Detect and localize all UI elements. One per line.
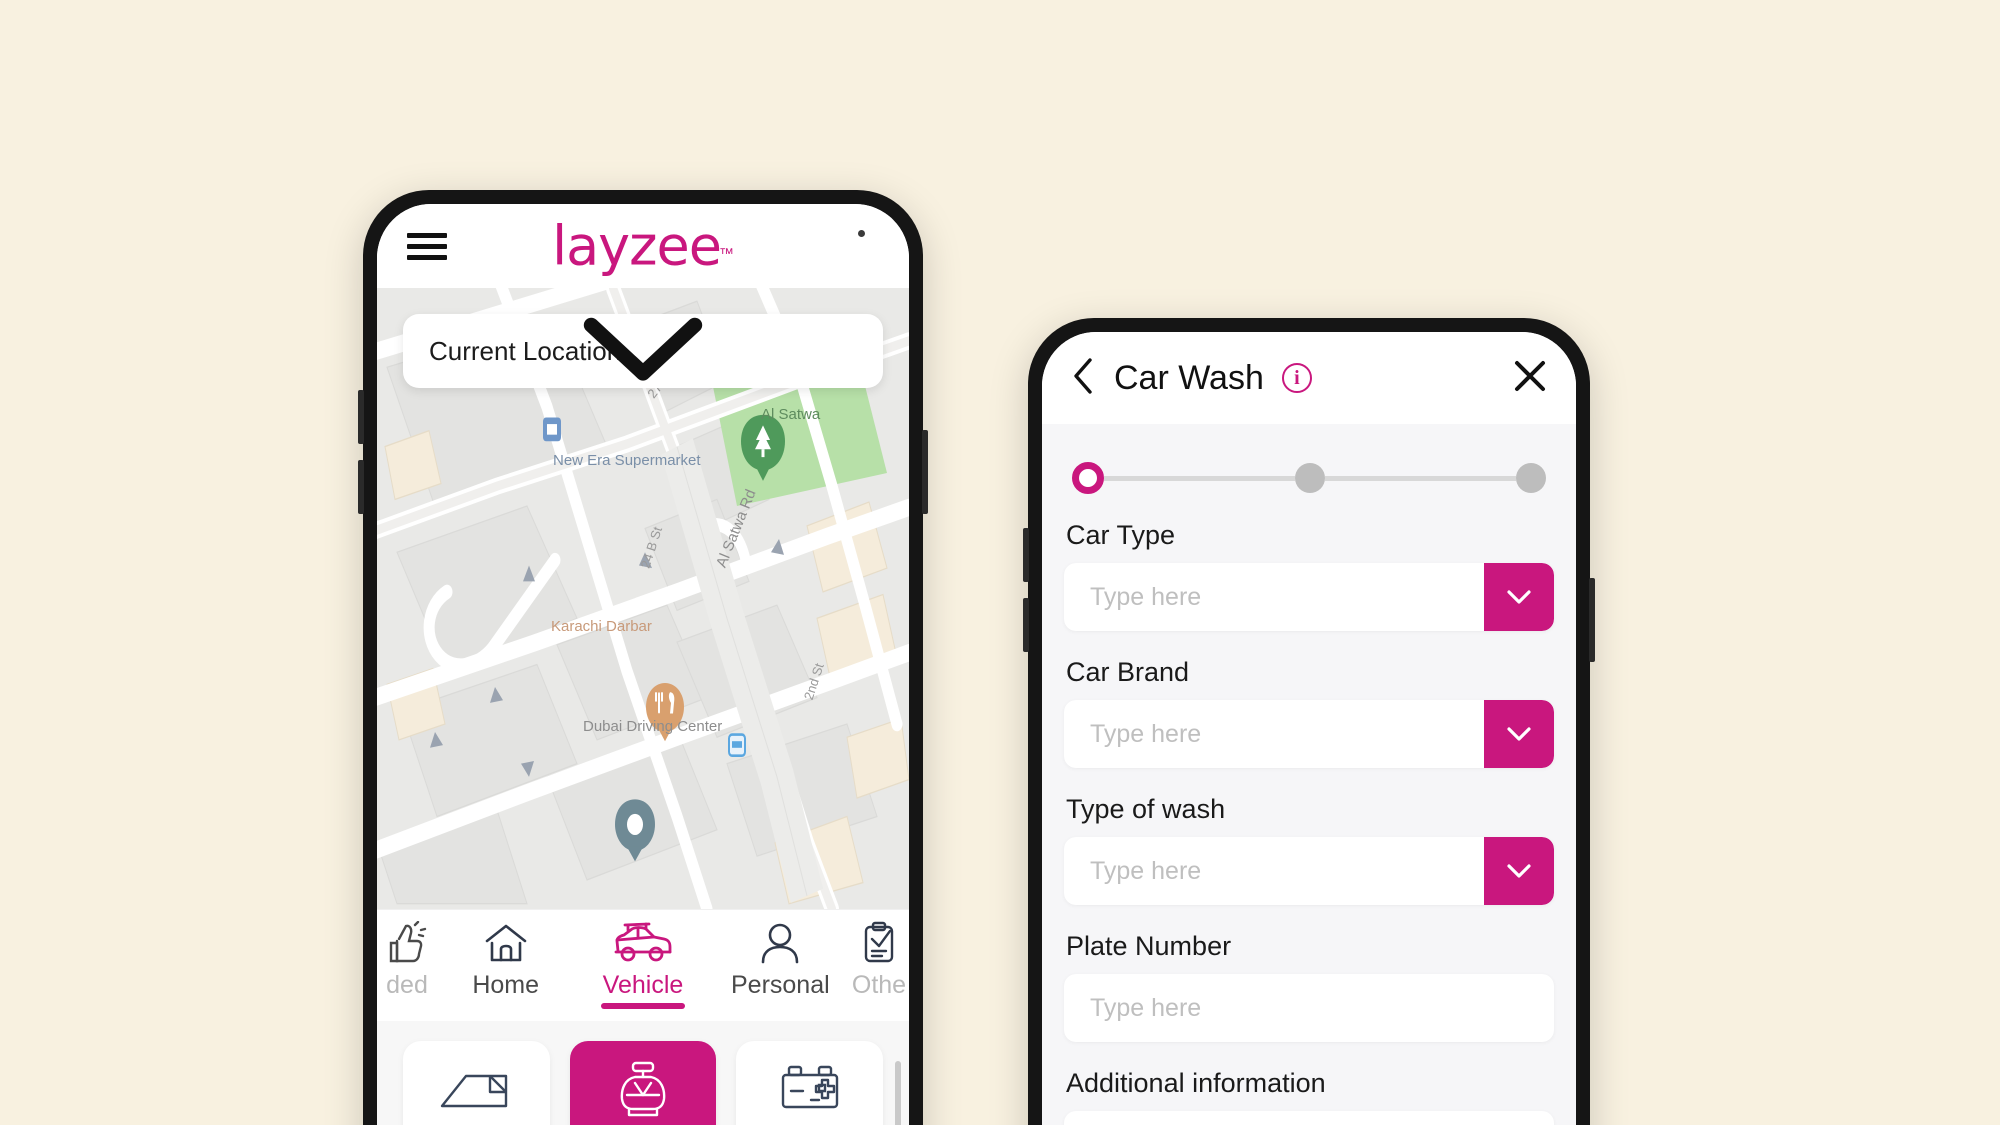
input-placeholder: Type here [1090,582,1202,611]
front-camera-dot [858,230,865,237]
sidebar-item-label: ded [386,971,428,999]
brand-logo-text: layzee [552,214,722,278]
trademark-symbol: ™ [718,245,734,263]
sidebar-item-label: Othe [851,971,907,999]
phone2-screen: Car Wash i Car Type Type here Car Brand … [1042,332,1576,1125]
car-brand-dropdown-button[interactable] [1484,700,1554,768]
phone1-screen: layzee™ New Era Supermarket 24 B St Al S… [377,204,909,1125]
car-icon [612,920,674,966]
sidebar-item-label: Home [472,971,539,999]
plate-number-input[interactable]: Type here [1064,974,1554,1042]
info-icon[interactable]: i [1281,363,1312,393]
field-label-car-type: Car Type [1066,520,1176,550]
car-battery-icon [779,1060,841,1120]
car-wash-form: Car Type Type here Car Brand Type here T… [1042,424,1576,1125]
active-tab-indicator [600,1003,685,1009]
phone2-volume-button[interactable] [1023,528,1029,582]
app-topbar: layzee™ [377,204,909,288]
step-line-2 [1325,475,1516,481]
close-x-icon[interactable] [1512,358,1548,399]
car-brand-input[interactable]: Type here [1064,700,1484,768]
phone2-power-button[interactable] [1589,578,1595,662]
field-row-car-type: Type here [1064,563,1554,631]
phone2-volume-down-button[interactable] [1023,598,1029,652]
input-placeholder: Type here [1090,993,1202,1022]
phone-device-left: layzee™ New Era Supermarket 24 B St Al S… [358,190,928,1125]
chevron-left-icon[interactable] [1070,356,1096,401]
step-dot-2[interactable] [1295,463,1325,493]
sidebar-item-others[interactable]: Othe [849,920,909,1000]
sidebar-item-vehicle[interactable]: Vehicle [574,920,711,1009]
field-label-type-of-wash: Type of wash [1066,794,1226,824]
service-card-interior[interactable]: Interior Starts from 100AED [569,1041,717,1125]
car-window-icon [438,1060,514,1120]
sidebar-item-home[interactable]: Home [437,920,574,1000]
phone1-volume-down-button[interactable] [358,460,364,514]
chevron-down-icon [1507,590,1531,604]
sidebar-item-recommended[interactable]: ded [377,920,437,1000]
service-card-car-battery[interactable]: Car battery Starts from 100AED [736,1041,884,1125]
step-line-1 [1104,475,1295,481]
thumbs-up-icon [387,920,427,966]
field-row-car-brand: Type here [1064,700,1554,768]
progress-stepper [1064,424,1554,520]
person-icon [758,920,802,966]
car-wash-header: Car Wash i [1042,332,1576,424]
clipboard-check-icon [860,920,898,966]
phone1-power-button[interactable] [922,430,928,514]
car-seat-icon [613,1060,673,1120]
page-title: Car Wash [1114,358,1264,397]
home-icon [483,920,529,966]
current-location-selector[interactable]: Current Location [403,314,883,388]
phone1-volume-button[interactable] [358,390,364,444]
car-type-dropdown-button[interactable] [1484,563,1554,631]
brand-logo: layzee™ [377,215,909,278]
input-placeholder: Type here [1090,719,1202,748]
phone-device-right: Car Wash i Car Type Type here Car Brand … [1023,318,1595,1125]
field-row-type-of-wash: Type here [1064,837,1554,905]
bottom-tab-bar: ded Home Vehicle Personal Othe [377,909,909,1021]
chevron-down-icon [1507,864,1531,878]
service-card-list: Window Starts from 200AED [377,1021,909,1125]
service-list-scrollbar[interactable] [895,1061,901,1125]
sidebar-item-personal[interactable]: Personal [712,920,849,1000]
field-label-additional-information: Additional information [1066,1068,1326,1098]
field-label-plate-number: Plate Number [1066,931,1232,961]
additional-information-input[interactable] [1064,1111,1554,1125]
field-row-plate-number: Type here [1064,974,1554,1042]
chevron-down-icon [1507,727,1531,741]
sidebar-item-label: Personal [730,971,830,999]
field-label-car-brand: Car Brand [1066,657,1190,687]
type-of-wash-input[interactable]: Type here [1064,837,1484,905]
input-placeholder: Type here [1090,856,1202,885]
map-view[interactable]: 27 B St New Era Supermarket 24 B St Al S… [377,288,909,909]
step-dot-1[interactable] [1072,462,1104,494]
sidebar-item-label: Vehicle [602,971,684,999]
hamburger-menu-icon[interactable] [407,232,447,260]
step-dot-3[interactable] [1516,463,1546,493]
type-of-wash-dropdown-button[interactable] [1484,837,1554,905]
service-card-window[interactable]: Window Starts from 200AED [403,1041,550,1125]
car-type-input[interactable]: Type here [1064,563,1484,631]
